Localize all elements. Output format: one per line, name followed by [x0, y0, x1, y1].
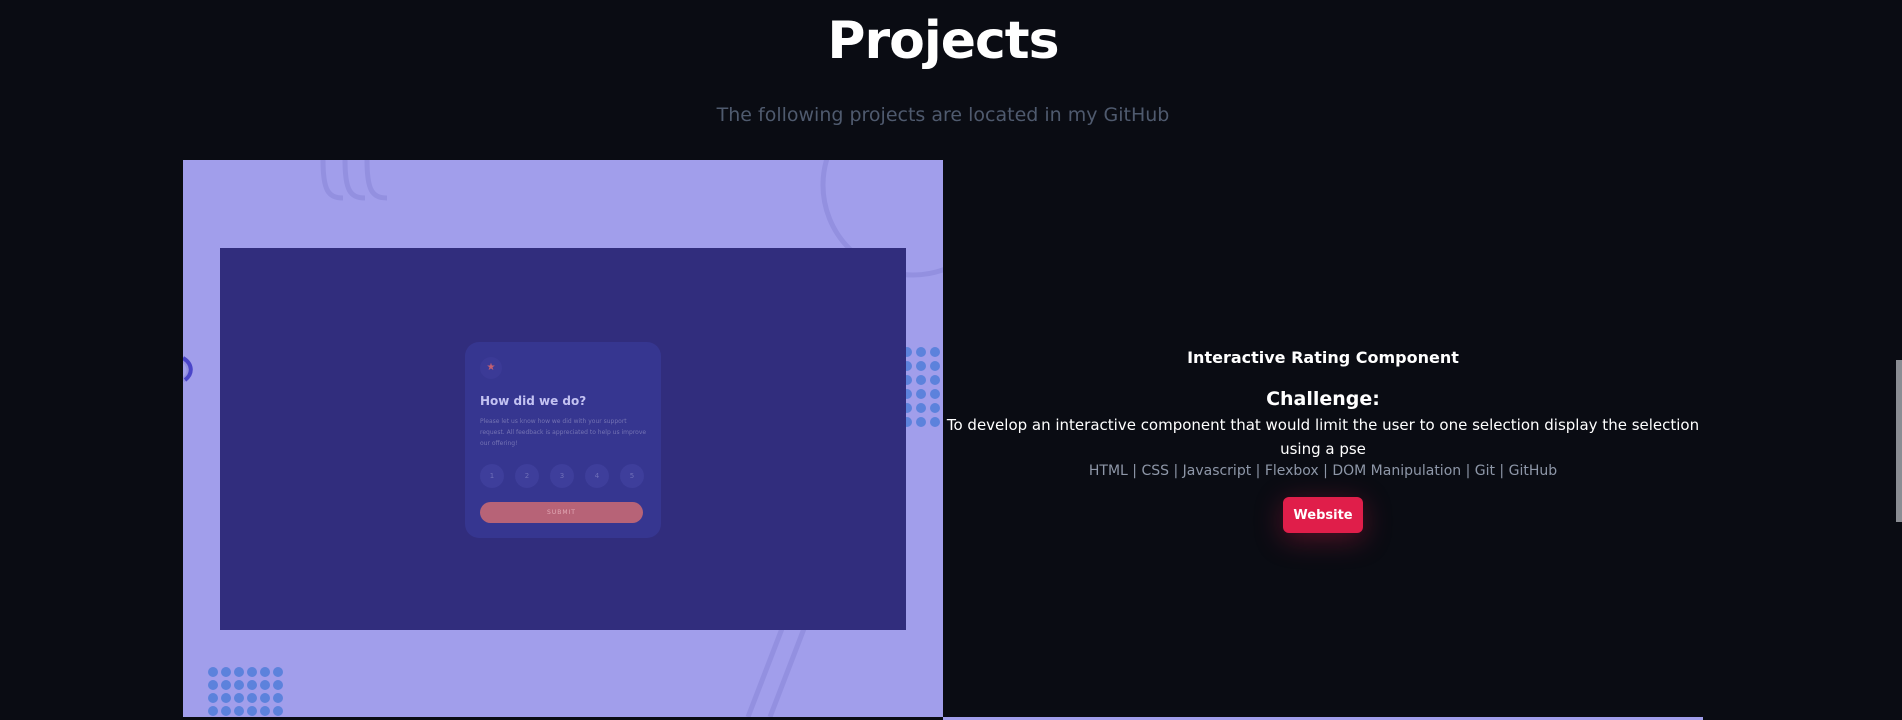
mock-screen: ★ How did we do? Please let us know how …	[220, 248, 906, 630]
challenge-text: To develop an interactive component that…	[946, 416, 1700, 458]
page-title: Projects	[827, 11, 1059, 71]
challenge-heading: Challenge:	[1266, 388, 1380, 410]
tech-list: HTML | CSS | Javascript | Flexbox | DOM …	[1088, 463, 1558, 479]
star-icon: ★	[480, 357, 502, 379]
card-description: Please let us know how we did with your …	[480, 418, 647, 447]
website-button[interactable]: Website	[1283, 497, 1363, 533]
rating-card: ★ How did we do? Please let us know how …	[465, 342, 661, 538]
scrollbar-thumb[interactable]	[1896, 360, 1902, 522]
project-name: Interactive Rating Component	[1187, 348, 1459, 367]
rating-option-4: 4	[585, 464, 609, 488]
rating-option-3: 3	[550, 464, 574, 488]
project-screenshot: ★ How did we do? Please let us know how …	[183, 160, 943, 717]
rating-options: 1 2 3 4 5	[480, 464, 644, 488]
rating-option-1: 1	[480, 464, 504, 488]
rating-option-2: 2	[515, 464, 539, 488]
card-title: How did we do?	[480, 394, 587, 408]
card-submit: SUBMIT	[480, 502, 643, 523]
rating-option-5: 5	[620, 464, 644, 488]
page-subtitle: The following projects are located in my…	[716, 104, 1170, 126]
